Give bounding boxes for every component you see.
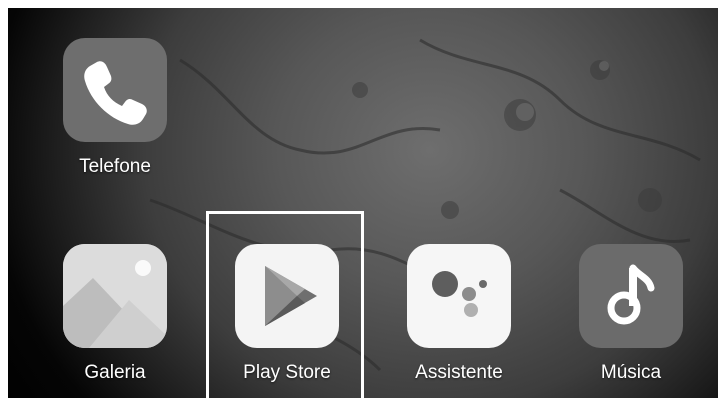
app-telefone[interactable]: Telefone (45, 38, 185, 178)
assistant-icon (407, 244, 511, 348)
phone-icon (63, 38, 167, 142)
gallery-icon (63, 244, 167, 348)
selection-highlight (206, 211, 364, 403)
app-label: Telefone (79, 156, 151, 177)
app-label: Assistente (415, 362, 503, 383)
app-musica[interactable]: Música (561, 244, 701, 384)
app-label: Galeria (84, 362, 146, 383)
app-assistente[interactable]: Assistente (389, 244, 529, 384)
app-label: Música (600, 362, 662, 383)
home-screen: Telefone Galeria Play Store Assistente M… (0, 0, 726, 406)
app-galeria[interactable]: Galeria (45, 244, 185, 384)
music-icon (579, 244, 683, 348)
